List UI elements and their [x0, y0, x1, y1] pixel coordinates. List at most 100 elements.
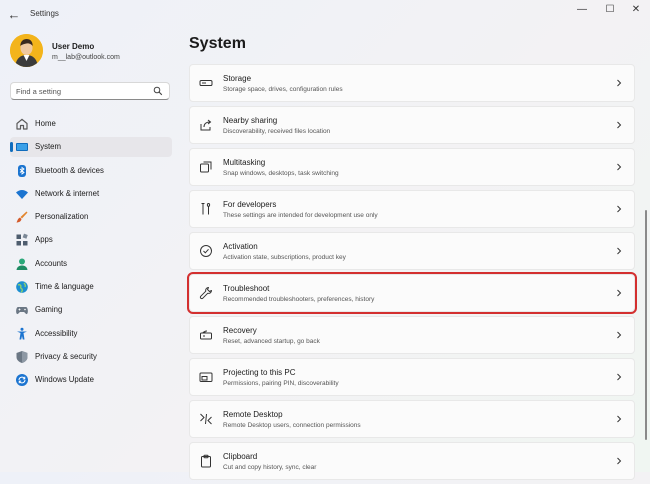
- settings-item-subtitle: Activation state, subscriptions, product…: [223, 254, 346, 261]
- settings-item-title: Recovery: [223, 326, 257, 335]
- chevron-right-icon: [617, 205, 622, 213]
- multitasking-icon: [200, 161, 212, 173]
- search-input[interactable]: [16, 85, 146, 97]
- sidebar-item-personalization[interactable]: Personalization: [10, 207, 172, 227]
- chevron-right-icon: [617, 163, 622, 171]
- sidebar-item-gaming[interactable]: Gaming: [10, 300, 172, 320]
- settings-item-title: Storage: [223, 74, 252, 83]
- scrollbar[interactable]: [645, 210, 647, 440]
- settings-item-multitasking[interactable]: Multitasking Snap windows, desktops, tas…: [189, 148, 635, 186]
- settings-item-subtitle: Recommended troubleshooters, preferences…: [223, 296, 375, 303]
- avatar-icon: [10, 34, 43, 67]
- sidebar-item-label: Bluetooth & devices: [35, 165, 104, 175]
- settings-item-title: For developers: [223, 200, 277, 209]
- sidebar-item-system[interactable]: System: [10, 137, 172, 158]
- chevron-right-icon: [617, 247, 622, 255]
- settings-item-subtitle: Storage space, drives, configuration rul…: [223, 86, 343, 93]
- settings-item-title: Multitasking: [223, 158, 266, 167]
- settings-item-subtitle: Cut and copy history, sync, clear: [223, 464, 317, 471]
- settings-item-title: Activation: [223, 242, 258, 251]
- activation-icon: [200, 245, 212, 257]
- settings-item-title: Nearby sharing: [223, 116, 278, 125]
- sidebar-item-windows-update[interactable]: Windows Update: [10, 370, 172, 390]
- app-title: Settings: [30, 9, 59, 18]
- sidebar-item-accounts[interactable]: Accounts: [10, 254, 172, 274]
- accounts-icon: [16, 258, 28, 270]
- search-box[interactable]: [10, 82, 170, 100]
- sidebar-item-home[interactable]: Home: [10, 114, 172, 134]
- settings-item-subtitle: Permissions, pairing PIN, discoverabilit…: [223, 380, 339, 387]
- sidebar-item-label: Apps: [35, 235, 53, 245]
- settings-item-title: Projecting to this PC: [223, 368, 296, 377]
- system-icon: [16, 143, 28, 152]
- sidebar-item-apps[interactable]: Apps: [10, 230, 172, 250]
- chevron-right-icon: [617, 289, 622, 297]
- home-icon: [16, 118, 28, 130]
- sidebar-item-accessibility[interactable]: Accessibility: [10, 324, 172, 344]
- nearby-sharing-icon: [200, 119, 212, 131]
- selection-indicator: [10, 142, 13, 153]
- sidebar-item-bluetooth-devices[interactable]: Bluetooth & devices: [10, 161, 172, 181]
- projecting-icon: [199, 372, 213, 382]
- shield-icon: [16, 350, 28, 363]
- settings-item-projecting[interactable]: Projecting to this PC Permissions, pairi…: [189, 358, 635, 396]
- recovery-icon: [200, 330, 212, 340]
- remote-desktop-icon: [200, 413, 212, 425]
- settings-item-subtitle: Reset, advanced startup, go back: [223, 338, 320, 345]
- settings-item-nearby-sharing[interactable]: Nearby sharing Discoverability, received…: [189, 106, 635, 144]
- sidebar-nav: Home System Bluetooth & devices Network …: [10, 114, 172, 394]
- settings-item-storage[interactable]: Storage Storage space, drives, configura…: [189, 64, 635, 102]
- chevron-right-icon: [617, 121, 622, 129]
- chevron-right-icon: [617, 415, 622, 423]
- sidebar-item-label: Accounts: [35, 258, 68, 268]
- user-name: User Demo: [52, 42, 95, 51]
- settings-item-recovery[interactable]: Recovery Reset, advanced startup, go bac…: [189, 316, 635, 354]
- sidebar-item-time-language[interactable]: Time & language: [10, 277, 172, 297]
- developers-icon: [201, 203, 211, 215]
- sidebar-item-label: System: [35, 142, 61, 152]
- sidebar-item-label: Gaming: [35, 305, 63, 315]
- settings-item-title: Remote Desktop: [223, 410, 283, 419]
- settings-item-title: Troubleshoot: [223, 284, 270, 293]
- settings-item-for-developers[interactable]: For developers These settings are intend…: [189, 190, 635, 228]
- chevron-right-icon: [617, 373, 622, 381]
- settings-item-subtitle: These settings are intended for developm…: [223, 212, 378, 219]
- apps-icon: [16, 234, 28, 246]
- sidebar-item-label: Time & language: [35, 282, 94, 292]
- chevron-right-icon: [617, 331, 622, 339]
- sidebar-item-label: Network & internet: [35, 188, 100, 198]
- gamepad-icon: [16, 307, 28, 315]
- wifi-icon: [16, 189, 28, 199]
- settings-item-title: Clipboard: [223, 452, 258, 461]
- title-bar: ← Settings — ☐ ✕: [0, 0, 650, 30]
- sidebar-item-label: Accessibility: [35, 328, 78, 338]
- user-email: m__lab@outlook.com: [52, 54, 120, 61]
- sidebar-item-label: Personalization: [35, 212, 89, 222]
- back-arrow-icon[interactable]: ←: [6, 7, 22, 23]
- bluetooth-icon: [18, 164, 26, 177]
- sidebar-item-label: Windows Update: [35, 375, 94, 385]
- settings-list: Storage Storage space, drives, configura…: [187, 64, 637, 484]
- settings-item-subtitle: Snap windows, desktops, task switching: [223, 170, 339, 177]
- globe-icon: [16, 281, 28, 293]
- brush-icon: [16, 211, 28, 223]
- storage-icon: [199, 80, 213, 86]
- avatar: [10, 34, 43, 67]
- settings-item-troubleshoot[interactable]: Troubleshoot Recommended troubleshooters…: [187, 272, 637, 314]
- sidebar-item-label: Privacy & security: [35, 351, 97, 361]
- page-title: System: [189, 35, 246, 52]
- chevron-right-icon: [617, 457, 622, 465]
- settings-item-remote-desktop[interactable]: Remote Desktop Remote Desktop users, con…: [189, 400, 635, 438]
- sidebar-item-network[interactable]: Network & internet: [10, 184, 172, 204]
- settings-item-subtitle: Discoverability, received files location: [223, 128, 331, 135]
- accessibility-icon: [17, 327, 27, 340]
- settings-item-activation[interactable]: Activation Activation state, subscriptio…: [189, 232, 635, 270]
- wrench-icon: [199, 287, 212, 300]
- settings-item-subtitle: Remote Desktop users, connection permiss…: [223, 422, 361, 429]
- sidebar-item-label: Home: [35, 119, 56, 128]
- settings-item-clipboard[interactable]: Clipboard Cut and copy history, sync, cl…: [189, 442, 635, 480]
- update-icon: [16, 374, 28, 387]
- close-button[interactable]: ✕: [620, 0, 650, 22]
- sidebar-item-privacy-security[interactable]: Privacy & security: [10, 347, 172, 367]
- search-icon[interactable]: [153, 86, 163, 96]
